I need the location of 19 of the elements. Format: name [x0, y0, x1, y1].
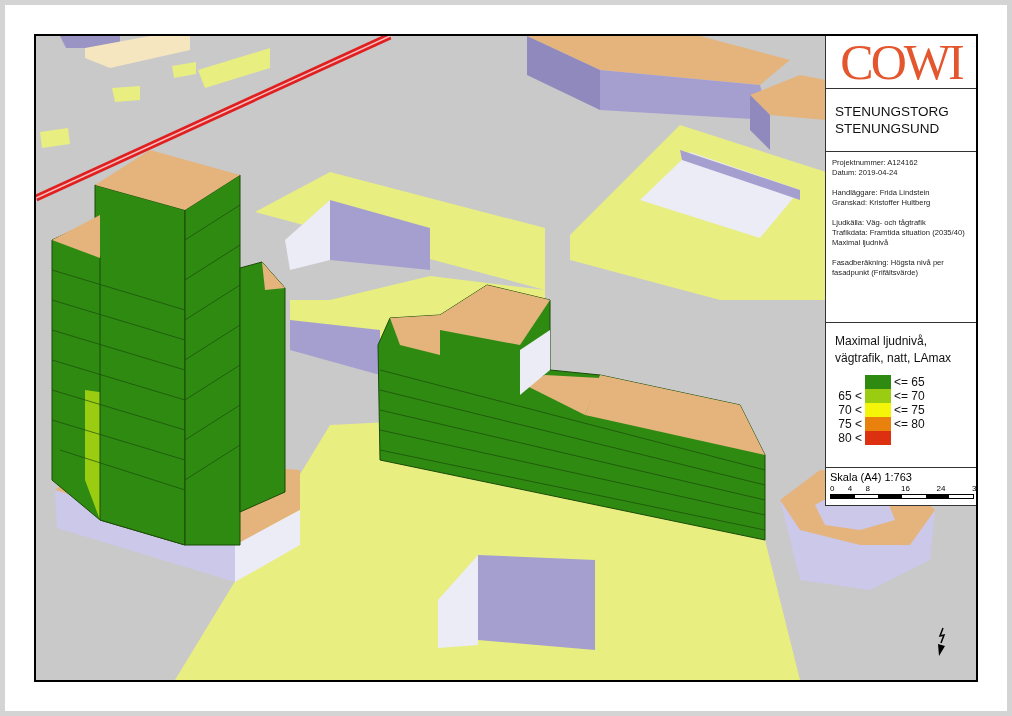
map-title: STENUNGSUND: [835, 120, 941, 137]
scale-label: Skala (A4) 1:763: [830, 471, 913, 484]
legend-label: <= 65: [894, 375, 925, 389]
legend-label: 75 <: [838, 417, 862, 431]
legend-label: <= 75: [894, 403, 925, 417]
legend-label: 80 <: [838, 431, 862, 445]
logo: COWI: [840, 38, 962, 86]
scale-tick: 4: [847, 484, 853, 494]
scale-tick: 8: [865, 484, 870, 494]
map-title: STENUNGSTORG: [835, 103, 950, 120]
legend-label: <= 70: [894, 389, 925, 403]
scale-tick: 16: [901, 484, 910, 494]
scale-tick: 24: [936, 484, 946, 494]
legend-label: 65 <: [838, 389, 862, 403]
legend-title: Maximal ljudnivå, vägtrafik, natt, LAmax: [835, 333, 953, 367]
legend-label: <= 80: [894, 417, 925, 431]
scale-tick: 0: [830, 484, 835, 494]
legend-label: 70 <: [838, 403, 862, 417]
scale-tick: 3: [972, 484, 976, 494]
